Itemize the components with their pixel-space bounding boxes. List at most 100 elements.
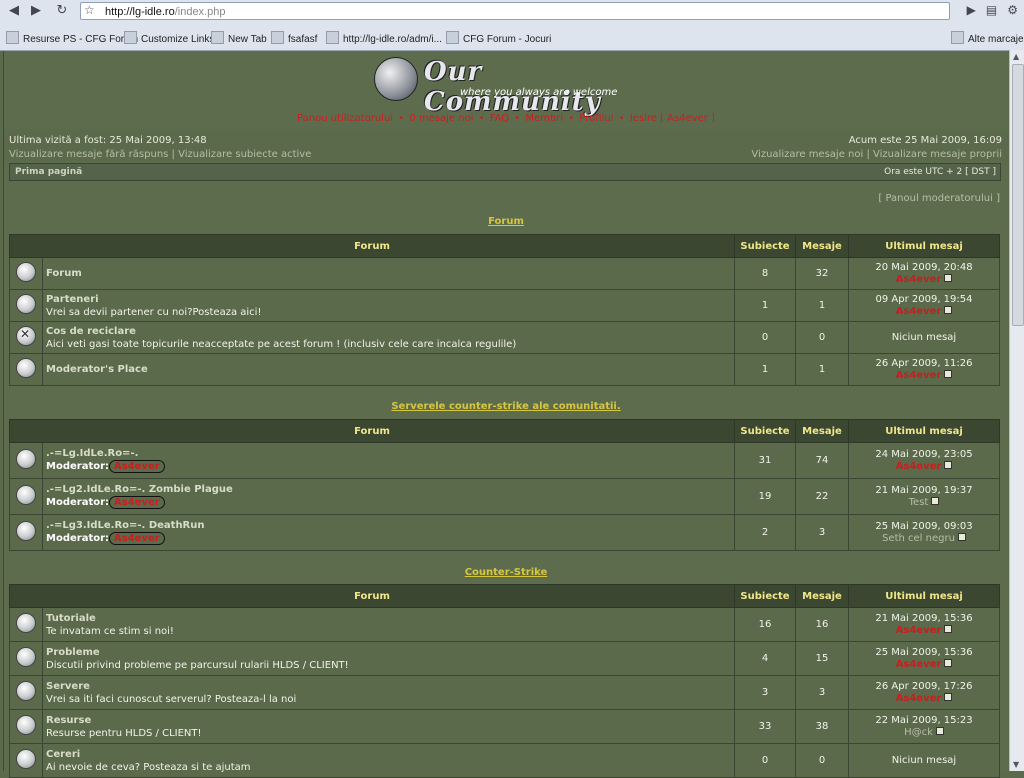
nav-members[interactable]: Membri [525,113,563,124]
scroll-thumb[interactable] [1012,64,1024,326]
forum-row: .-=Lg.IdLe.Ro=-. Moderator: As4ever 31 74 24 … [9,442,1000,479]
forum-name[interactable]: Cereri [46,749,731,760]
forum-info: Parteneri Vrei sa devii partener cu noi?P… [42,289,735,322]
last-post: 24 Mai 2009, 23:05 As4ever [848,442,1000,479]
view-latest-post-icon[interactable] [944,305,953,314]
forum-name[interactable]: Servere [46,681,731,692]
last-post-date: 22 Mai 2009, 15:23 [875,714,973,726]
view-latest-post-icon[interactable] [944,624,953,633]
moderator-panel-link[interactable]: [ Panoul moderatorului ] [878,193,1000,204]
nav-profile[interactable]: Profilul [579,113,613,124]
page-menu-icon[interactable]: ▤ [986,3,997,17]
forum-name[interactable]: Resurse [46,715,731,726]
go-icon[interactable]: ▶ [967,3,976,17]
last-post-author[interactable]: As4ever [896,274,942,285]
view-latest-post-icon[interactable] [944,369,953,378]
last-post-author[interactable]: H@ck [904,727,933,738]
forum-read-icon [16,521,36,541]
new-posts-link[interactable]: Vizualizare mesaje noi [751,149,863,160]
last-post: 09 Apr 2009, 19:54 As4ever [848,289,1000,322]
current-time-text: Acum este 25 Mai 2009, 16:09 [848,135,1002,146]
posts-count: 0 [795,321,849,354]
bookmark-item[interactable]: Resurse PS - CFG Forum [6,31,138,45]
col-topics: Subiecte [734,419,796,443]
posts-count: 1 [795,289,849,322]
forum-name[interactable]: .-=Lg2.IdLe.Ro=-. Zombie Plague [46,484,731,495]
posts-count: 1 [795,353,849,386]
forum-name[interactable]: .-=Lg.IdLe.Ro=-. [46,448,731,459]
nav-pm[interactable]: 0 mesaje noi [409,113,473,124]
browser-toolbar: ◀ ▶ ↻ http://lg-idle.ro/index.php ☆ ▶ ▤ ⚙ [0,0,1024,24]
bookmark-star-icon[interactable]: ☆ [84,3,95,17]
forum-row: Moderator's Place 1 1 26 Apr 2009, 11:26 As4… [9,353,1000,386]
unanswered-link[interactable]: Vizualizare mesaje fără răspuns [9,149,168,160]
active-topics-link[interactable]: Vizualizare subiecte active [178,149,311,160]
forum-icon-cell [9,641,43,676]
category-title[interactable]: Forum [4,216,1008,227]
forum-name[interactable]: Cos de reciclare [46,326,731,337]
topics-count: 33 [734,709,796,744]
view-latest-post-icon[interactable] [944,658,953,667]
last-post-author[interactable]: As4ever [896,306,942,317]
scroll-up-icon[interactable]: ▲ [1013,52,1019,61]
last-post-author[interactable]: As4ever [896,370,942,381]
vertical-scrollbar[interactable]: ▲ ▼ [1009,50,1024,771]
last-post-author[interactable]: As4ever [896,625,942,636]
forum-name[interactable]: .-=Lg3.IdLe.Ro=-. DeathRun [46,520,731,531]
view-latest-post-icon[interactable] [935,726,944,735]
site-logo[interactable]: Our Community where you always are welco… [374,57,654,117]
col-forum: Forum [9,234,735,258]
view-latest-post-icon[interactable] [957,532,966,541]
last-post-author[interactable]: As4ever [896,693,942,704]
last-post: 26 Apr 2009, 17:26 As4ever [848,675,1000,710]
forum-name[interactable]: Moderator's Place [46,364,731,375]
own-posts-link[interactable]: Vizualizare mesaje proprii [873,149,1002,160]
view-latest-post-icon[interactable] [944,273,953,282]
col-posts: Mesaje [795,234,849,258]
bookmark-item[interactable]: fsafasf [271,31,317,45]
forum-icon-cell [9,478,43,515]
address-bar[interactable]: http://lg-idle.ro/index.php [80,2,950,20]
last-post-date: 20 Mai 2009, 20:48 [875,261,973,273]
scroll-down-icon[interactable]: ▼ [1013,760,1019,769]
breadcrumb-home[interactable]: Prima pagină [15,167,82,177]
forum-description: Discutii privind probleme pe parcursul r… [46,659,349,671]
category-title[interactable]: Counter-Strike [4,567,1008,578]
other-bookmarks[interactable]: Alte marcaje [951,31,1024,45]
bookmark-item[interactable]: New Tab [211,31,267,45]
view-latest-post-icon[interactable] [944,460,953,469]
forum-description: Vrei sa iti faci cunoscut serverul? Post… [46,693,297,705]
last-post-author[interactable]: As4ever [896,659,942,670]
forum-moderator: Moderator: As4ever [46,496,731,509]
bookmark-item[interactable]: Customize Links [124,31,214,45]
nav-faq[interactable]: FAQ [490,113,509,124]
nav-logout[interactable]: Iesire [ As4ever ] [630,113,715,124]
forward-icon[interactable]: ▶ [26,2,46,20]
last-post-date: 24 Mai 2009, 23:05 [875,448,973,460]
last-post-author[interactable]: Seth cel negru [882,533,955,544]
table-header: Forum Subiecte Mesaje Ultimul mesaj [9,584,1000,608]
last-post-author[interactable]: Test [909,497,929,508]
forum-name[interactable]: Probleme [46,647,731,658]
forum-name[interactable]: Forum [46,268,731,279]
col-last-post: Ultimul mesaj [848,419,1000,443]
topics-count: 31 [734,442,796,479]
forum-name[interactable]: Parteneri [46,294,731,305]
wrench-icon[interactable]: ⚙ [1007,3,1018,17]
moderator-link[interactable]: As4ever [109,460,165,473]
view-latest-post-icon[interactable] [931,496,940,505]
forum-name[interactable]: Tutoriale [46,613,731,624]
bookmark-item[interactable]: CFG Forum - Jocuri [446,31,551,45]
bookmark-item[interactable]: http://lg-idle.ro/adm/i... [326,31,442,45]
last-post-author[interactable]: As4ever [896,461,942,472]
forum-description: Aici veti gasi toate topicurile neaccept… [46,338,517,350]
col-topics: Subiecte [734,584,796,608]
category-title[interactable]: Serverele counter-strike ale comunitatii… [4,401,1008,412]
moderator-link[interactable]: As4ever [109,496,165,509]
view-latest-post-icon[interactable] [944,692,953,701]
nav-ucp[interactable]: Panou utilizatorului [297,113,393,124]
reload-icon[interactable]: ↻ [52,2,72,20]
back-icon[interactable]: ◀ [4,2,24,20]
moderator-link[interactable]: As4ever [109,532,165,545]
last-visit-text: Ultima vizită a fost: 25 Mai 2009, 13:48 [9,135,207,146]
